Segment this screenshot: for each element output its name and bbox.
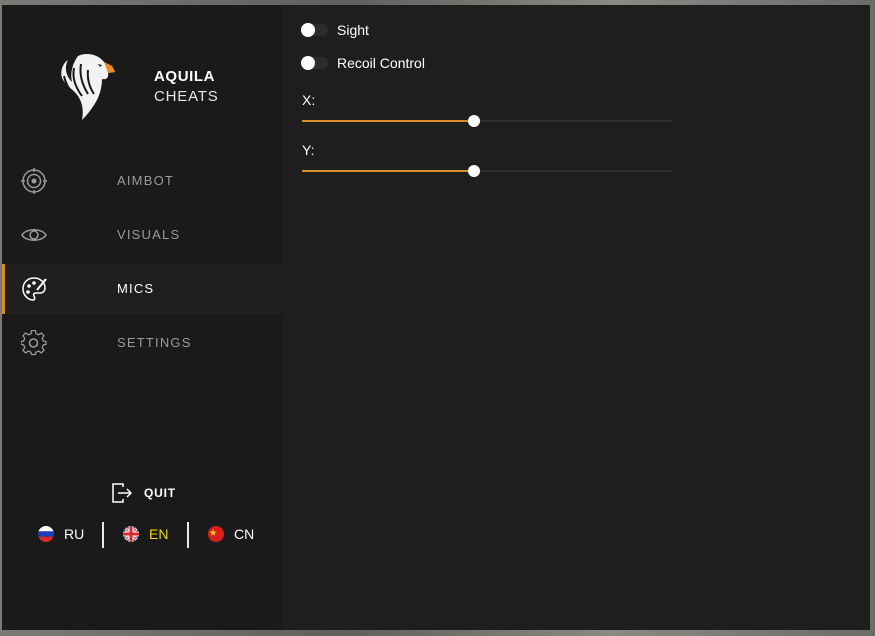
nav-item-mics[interactable]: MICS: [2, 264, 282, 314]
nav-item-aimbot[interactable]: AIMBOT: [2, 156, 282, 206]
slider-fill: [302, 170, 475, 172]
russia-flag-icon: [38, 526, 54, 542]
brand-line2: CHEATS: [154, 88, 219, 105]
sight-toggle[interactable]: [301, 23, 328, 37]
mics-panel: Sight Recoil Control X: Y:: [282, 5, 870, 630]
cheat-menu-window: AQUILA CHEATS AIMBOT VISUALS MICS SETTIN…: [2, 5, 870, 630]
x-slider-label: X:: [302, 92, 316, 108]
brand-name: AQUILA CHEATS: [154, 67, 219, 107]
language-cn[interactable]: CN: [208, 519, 254, 549]
exit-icon: [112, 483, 132, 503]
toggle-knob: [301, 23, 315, 37]
recoil-control-option: Recoil Control: [301, 55, 425, 71]
recoil-control-toggle[interactable]: [301, 56, 328, 70]
language-en[interactable]: EN: [123, 519, 168, 549]
slider-thumb[interactable]: [468, 165, 481, 177]
quit-label: QUIT: [144, 486, 176, 500]
slider-thumb[interactable]: [468, 115, 481, 127]
x-slider[interactable]: [302, 114, 672, 128]
uk-flag-icon: [123, 526, 139, 542]
language-switcher: RU EN CN: [38, 519, 268, 549]
sight-label: Sight: [337, 22, 369, 38]
quit-button[interactable]: QUIT: [110, 482, 176, 504]
china-flag-icon: [208, 526, 224, 542]
language-code-cn: CN: [234, 526, 255, 542]
nav-label-settings: SETTINGS: [117, 335, 192, 350]
nav-label-visuals: VISUALS: [117, 227, 181, 242]
eagle-logo-icon: [61, 54, 115, 120]
sidebar: AQUILA CHEATS AIMBOT VISUALS MICS SETTIN…: [2, 5, 282, 630]
language-code-en: EN: [149, 526, 169, 542]
target-icon: [21, 168, 47, 194]
nav-item-visuals[interactable]: VISUALS: [2, 210, 282, 260]
divider: [187, 522, 189, 548]
nav-label-mics: MICS: [117, 281, 155, 296]
gear-icon: [21, 330, 47, 356]
brand-line1: AQUILA: [154, 68, 216, 85]
nav-item-settings[interactable]: SETTINGS: [2, 318, 282, 368]
recoil-control-label: Recoil Control: [337, 55, 425, 71]
slider-fill: [302, 120, 475, 122]
y-slider[interactable]: [302, 164, 672, 178]
language-code-ru: RU: [64, 526, 85, 542]
nav-label-aimbot: AIMBOT: [117, 173, 175, 188]
sight-option: Sight: [301, 22, 369, 38]
language-ru[interactable]: RU: [38, 519, 84, 549]
toggle-knob: [301, 56, 315, 70]
y-slider-label: Y:: [302, 142, 315, 158]
divider: [102, 522, 104, 548]
eye-icon: [21, 229, 47, 241]
active-indicator: [2, 264, 5, 314]
palette-icon: [22, 277, 47, 301]
